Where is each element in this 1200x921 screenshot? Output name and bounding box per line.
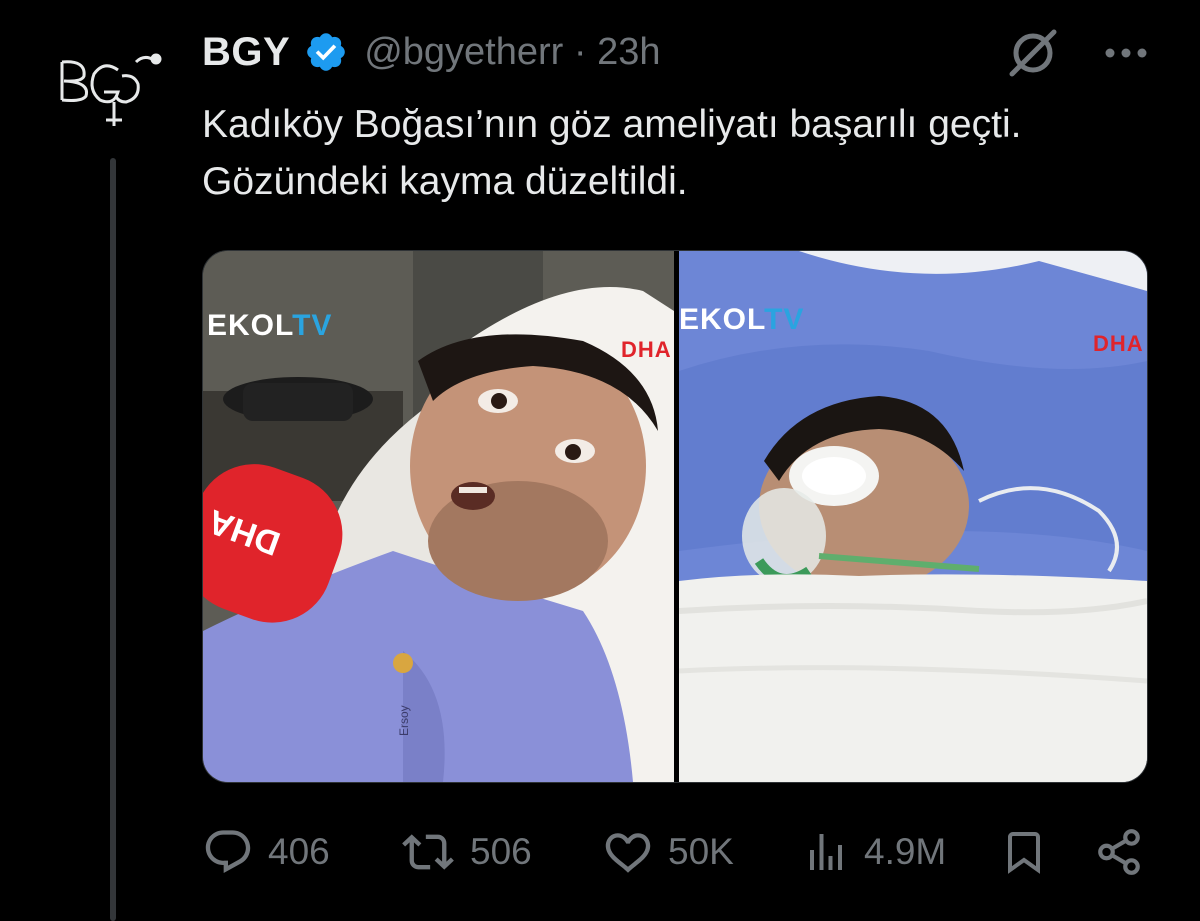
repost-count: 506 bbox=[470, 831, 532, 872]
tweet-media[interactable]: DHA Ersoy EKOLTV DHA EKOLTV DHA bbox=[202, 250, 1148, 783]
gown-badge-text: Ersoy bbox=[397, 705, 411, 736]
action-bar: 406 506 50K 4.9M bbox=[202, 822, 1146, 882]
tweet-text: Kadıköy Boğası’nın göz ameliyatı başarıl… bbox=[202, 103, 1022, 203]
reply-count: 406 bbox=[268, 831, 330, 872]
like-button[interactable]: 50K bbox=[602, 822, 734, 882]
bookmark-icon bbox=[1008, 832, 1040, 874]
author-handle-time[interactable]: @bgyetherr · 23h bbox=[364, 31, 660, 74]
reply-icon bbox=[205, 830, 251, 874]
tweet[interactable]: BGY @bgyetherr · 23h Kadıköy Boğası’nın … bbox=[0, 0, 1200, 921]
thread-line bbox=[110, 158, 116, 921]
verified-icon bbox=[307, 33, 345, 71]
like-count: 50K bbox=[668, 831, 734, 872]
avatar[interactable] bbox=[52, 40, 172, 140]
more-icon[interactable] bbox=[1104, 43, 1148, 63]
ekoltv-watermark-right: EKOLTV bbox=[679, 303, 805, 336]
reply-button[interactable]: 406 bbox=[202, 822, 330, 882]
dha-mark-left: DHA bbox=[621, 337, 672, 362]
repost-button[interactable]: 506 bbox=[400, 822, 532, 882]
like-icon bbox=[605, 833, 651, 873]
share-button[interactable] bbox=[1094, 822, 1158, 882]
views-button[interactable]: 4.9M bbox=[802, 822, 946, 882]
dha-mark-right: DHA bbox=[1093, 331, 1144, 356]
bgy-logo bbox=[60, 53, 162, 126]
repost-icon bbox=[402, 834, 454, 870]
media-photo-right[interactable]: EKOLTV DHA bbox=[679, 251, 1147, 782]
media-photo-left[interactable]: DHA Ersoy EKOLTV DHA bbox=[203, 251, 674, 782]
share-icon bbox=[1098, 829, 1140, 875]
header-actions bbox=[1006, 26, 1148, 80]
bookmark-button[interactable] bbox=[1000, 822, 1062, 882]
ekoltv-watermark-left: EKOLTV bbox=[207, 309, 333, 342]
views-count: 4.9M bbox=[864, 831, 947, 872]
tweet-header: BGY @bgyetherr · 23h bbox=[202, 24, 660, 80]
grok-icon[interactable] bbox=[1006, 26, 1060, 80]
views-icon bbox=[810, 834, 842, 870]
author-name[interactable]: BGY bbox=[202, 30, 290, 75]
